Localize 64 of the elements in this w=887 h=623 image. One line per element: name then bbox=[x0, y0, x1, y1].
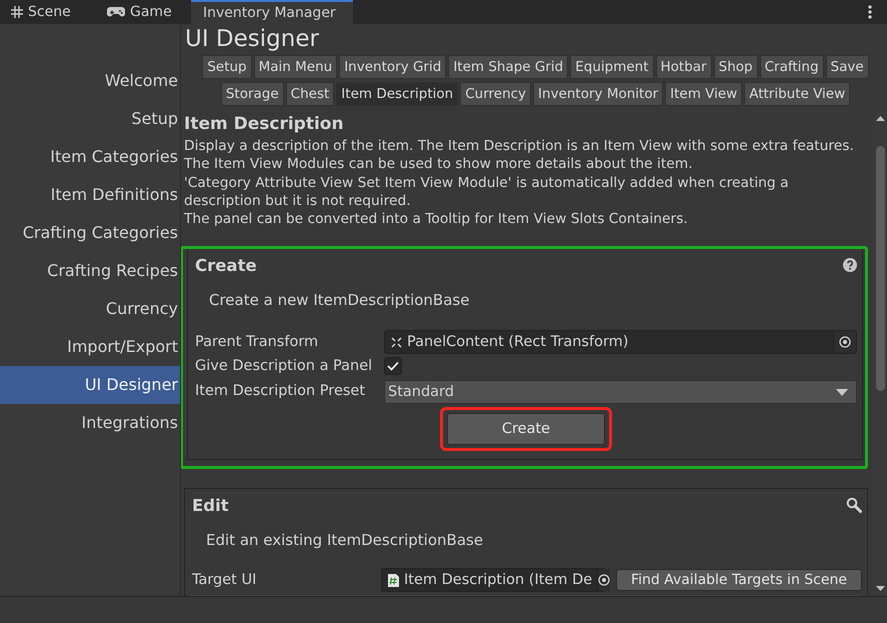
section-tab[interactable]: Currency bbox=[460, 82, 532, 106]
scroll-up-icon bbox=[876, 116, 884, 121]
scrollbar-thumb[interactable] bbox=[876, 146, 884, 391]
sidebar-item[interactable]: Setup bbox=[0, 100, 180, 138]
panel-subtitle: Edit an existing ItemDescriptionBase bbox=[205, 530, 484, 552]
field-value: Item Description (Item De bbox=[404, 572, 592, 588]
sidebar-item[interactable]: Import/Export bbox=[0, 328, 180, 366]
transform-icon bbox=[391, 336, 402, 348]
description-text: 'Category Attribute View Set Item View Module' is automatically added when creating a description but it is not required. bbox=[184, 174, 790, 210]
section-tab[interactable]: Chest bbox=[286, 82, 334, 106]
help-icon bbox=[843, 258, 857, 272]
sidebar-item[interactable]: UI Designer bbox=[0, 366, 180, 404]
sidebar-item[interactable]: Currency bbox=[0, 290, 180, 328]
section-tab[interactable]: Equipment bbox=[570, 55, 654, 79]
field-label: Give Description a Panel bbox=[195, 358, 374, 374]
section-tab[interactable]: Main Menu bbox=[254, 55, 338, 79]
section-tab[interactable]: Inventory Grid bbox=[339, 55, 446, 79]
section-tab[interactable]: Item View bbox=[665, 82, 742, 106]
field-value: PanelContent (Rect Transform) bbox=[407, 334, 630, 350]
panel-title: Create bbox=[195, 256, 257, 275]
description-text: Display a description of the item. The Item Description is an Item View with some extra features. bbox=[184, 137, 855, 156]
more-menu-icon bbox=[868, 5, 872, 19]
target-picker-icon bbox=[598, 574, 610, 586]
section-heading: Item Description bbox=[184, 113, 345, 136]
search-icon bbox=[846, 497, 862, 514]
sidebar-item[interactable]: Item Definitions bbox=[0, 176, 180, 214]
page-title: UI Designer bbox=[184, 25, 320, 54]
field-label: Item Description Preset bbox=[195, 383, 366, 400]
sidebar-item[interactable]: Item Categories bbox=[0, 138, 180, 176]
description-text: The panel can be converted into a Tooltip for Item View Slots Containers. bbox=[184, 210, 689, 228]
section-tab[interactable]: Storage bbox=[220, 82, 284, 106]
window-tab[interactable]: Game bbox=[95, 0, 191, 24]
sidebar-item[interactable]: Crafting Recipes bbox=[0, 252, 180, 290]
sidebar-item[interactable]: Welcome bbox=[0, 62, 180, 100]
section-tab[interactable]: Item Description bbox=[336, 82, 458, 106]
caret-icon bbox=[836, 388, 848, 396]
grid-icon bbox=[11, 6, 23, 18]
dropdown-value: Standard bbox=[388, 384, 455, 400]
find-targets-button[interactable]: Find Available Targets in Scene bbox=[616, 569, 862, 592]
checkbox[interactable] bbox=[384, 357, 402, 376]
section-tab[interactable]: Shop bbox=[714, 55, 758, 79]
field-label: Parent Transform bbox=[195, 334, 320, 350]
section-tab[interactable]: Item Shape Grid bbox=[448, 55, 568, 79]
gamepad-icon bbox=[107, 6, 125, 18]
section-tab[interactable]: Crafting bbox=[760, 55, 824, 79]
create-button[interactable]: Create bbox=[447, 413, 605, 446]
scroll-down-icon bbox=[876, 586, 884, 591]
sidebar-item[interactable]: Crafting Categories bbox=[0, 214, 180, 252]
section-tab[interactable]: Save bbox=[826, 55, 869, 79]
target-picker-icon bbox=[839, 336, 851, 348]
section-tab[interactable]: Hotbar bbox=[656, 55, 712, 79]
sidebar-item[interactable]: Integrations bbox=[0, 404, 180, 442]
dropdown[interactable]: Standard bbox=[384, 380, 857, 404]
section-tab[interactable]: Inventory Monitor bbox=[533, 82, 664, 106]
description-text: The Item View Modules can be used to show more details about the item. bbox=[184, 155, 694, 174]
panel-subtitle: Create a new ItemDescriptionBase bbox=[208, 290, 470, 312]
script-icon bbox=[388, 574, 399, 587]
window-tab[interactable]: Inventory Manager bbox=[191, 0, 353, 24]
panel-title: Edit bbox=[192, 496, 229, 515]
window-tab[interactable]: Scene bbox=[0, 0, 95, 24]
object-field[interactable]: PanelContent (Rect Transform) bbox=[384, 330, 857, 354]
field-label: Target UI bbox=[192, 572, 258, 588]
section-tab[interactable]: Setup bbox=[202, 55, 252, 79]
section-tab[interactable]: Attribute View bbox=[744, 82, 850, 106]
